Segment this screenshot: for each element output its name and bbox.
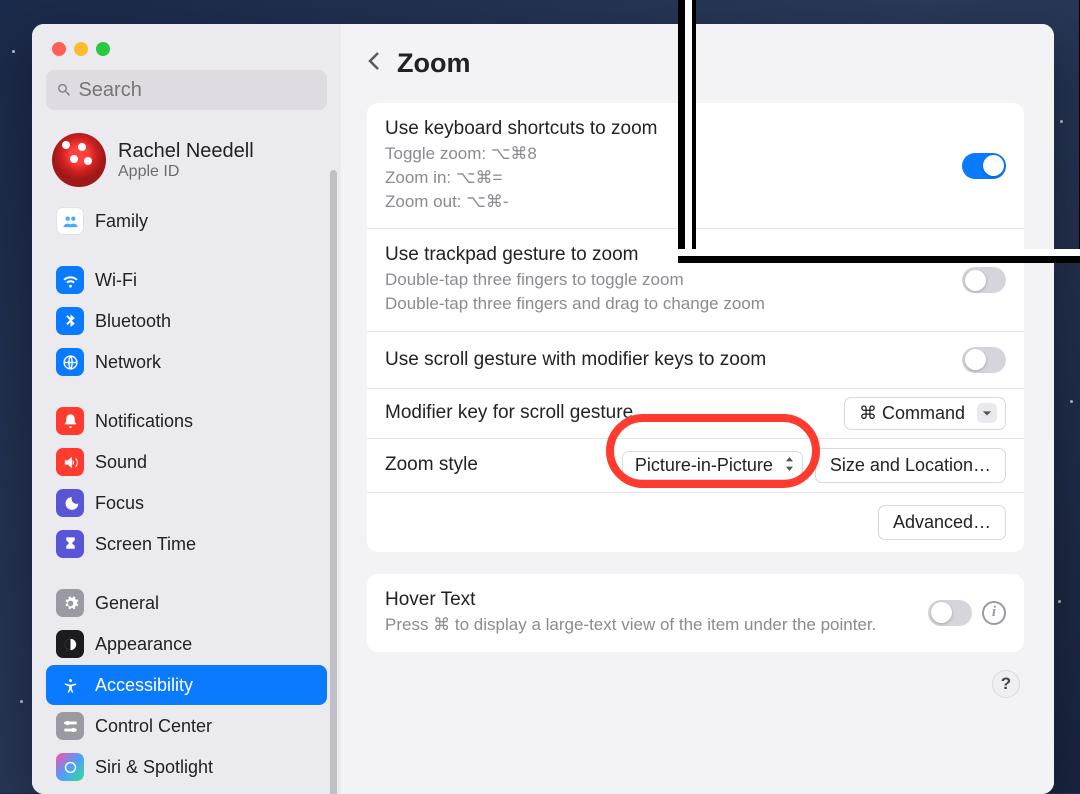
sliders-icon: [56, 712, 84, 740]
row-title: Zoom style: [385, 454, 478, 476]
chevron-down-icon: [977, 403, 997, 423]
advanced-button[interactable]: Advanced…: [878, 505, 1006, 540]
avatar: [52, 133, 106, 187]
sidebar-item-focus[interactable]: Focus: [46, 483, 327, 523]
content-pane: Zoom Use keyboard shortcuts to zoom Togg…: [341, 24, 1054, 794]
sidebar-item-siri[interactable]: Siri & Spotlight: [46, 747, 327, 787]
sidebar-item-accessibility[interactable]: Accessibility: [46, 665, 327, 705]
appearance-icon: [56, 630, 84, 658]
minimize-window-button[interactable]: [74, 42, 88, 56]
sidebar-item-controlcenter[interactable]: Control Center: [46, 706, 327, 746]
sound-icon: [56, 448, 84, 476]
annotation-vertical-line: [678, 0, 685, 263]
sidebar-item-sound[interactable]: Sound: [46, 442, 327, 482]
sidebar-item-bluetooth[interactable]: Bluetooth: [46, 301, 327, 341]
sidebar-items: Family Wi-Fi Bluetooth Network: [46, 201, 327, 787]
row-hover-text: Hover Text Press ⌘ to display a large-te…: [367, 574, 1024, 652]
row-zoom-style: Zoom style Picture-in-Picture Size and L…: [367, 439, 1024, 493]
family-icon: [56, 207, 84, 235]
row-keyboard-shortcuts: Use keyboard shortcuts to zoom Toggle zo…: [367, 103, 1024, 229]
row-subtitle: Toggle zoom: ⌥⌘8 Zoom in: ⌥⌘= Zoom out: …: [385, 142, 948, 213]
help-button[interactable]: ?: [992, 670, 1020, 698]
sidebar-item-screentime[interactable]: Screen Time: [46, 524, 327, 564]
accessibility-icon: [56, 671, 84, 699]
sidebar-item-notifications[interactable]: Notifications: [46, 401, 327, 441]
row-title: Hover Text: [385, 589, 914, 611]
hover-text-card: Hover Text Press ⌘ to display a large-te…: [367, 574, 1024, 652]
sidebar-item-label: Bluetooth: [95, 311, 171, 332]
row-scroll-gesture: Use scroll gesture with modifier keys to…: [367, 332, 1024, 389]
sidebar-scrollbar[interactable]: [330, 170, 337, 794]
sidebar-item-family[interactable]: Family: [46, 201, 327, 241]
sidebar-item-label: Sound: [95, 452, 147, 473]
hourglass-icon: [56, 530, 84, 558]
close-window-button[interactable]: [52, 42, 66, 56]
updown-icon: [785, 455, 794, 476]
search-input[interactable]: [78, 79, 317, 102]
apple-id-label: Apple ID: [118, 163, 254, 181]
scroll-gesture-toggle[interactable]: [962, 347, 1006, 373]
gear-icon: [56, 589, 84, 617]
sidebar-item-wifi[interactable]: Wi-Fi: [46, 260, 327, 300]
row-title: Use keyboard shortcuts to zoom: [385, 118, 948, 140]
sidebar-item-label: Network: [95, 352, 161, 373]
bluetooth-icon: [56, 307, 84, 335]
select-value: Picture-in-Picture: [635, 455, 773, 476]
row-modifier-key: Modifier key for scroll gesture ⌘ Comman…: [367, 389, 1024, 439]
annotation-horizontal-line: [678, 256, 1080, 263]
row-title: Modifier key for scroll gesture: [385, 402, 633, 424]
user-name: Rachel Needell: [118, 140, 254, 163]
sidebar-item-label: Appearance: [95, 634, 192, 655]
row-title: Use scroll gesture with modifier keys to…: [385, 349, 948, 371]
size-location-button[interactable]: Size and Location…: [815, 448, 1006, 483]
sidebar-item-network[interactable]: Network: [46, 342, 327, 382]
trackpad-gesture-toggle[interactable]: [962, 267, 1006, 293]
settings-window: Rachel Needell Apple ID Family Wi-Fi: [32, 24, 1054, 794]
sidebar-item-label: Wi-Fi: [95, 270, 137, 291]
sidebar-item-label: Notifications: [95, 411, 193, 432]
window-controls: [52, 42, 327, 56]
focus-icon: [56, 489, 84, 517]
network-icon: [56, 348, 84, 376]
sidebar-item-general[interactable]: General: [46, 583, 327, 623]
zoom-settings-card: Use keyboard shortcuts to zoom Toggle zo…: [367, 103, 1024, 552]
zoom-style-select[interactable]: Picture-in-Picture: [622, 451, 803, 480]
sidebar-item-label: Accessibility: [95, 675, 193, 696]
sidebar-item-label: Screen Time: [95, 534, 196, 555]
sidebar-item-label: Family: [95, 211, 148, 232]
sidebar-item-label: General: [95, 593, 159, 614]
search-input-container[interactable]: [46, 70, 327, 110]
keyboard-shortcuts-toggle[interactable]: [962, 153, 1006, 179]
page-title: Zoom: [397, 48, 471, 79]
modifier-key-select[interactable]: ⌘ Command: [844, 397, 1006, 430]
sidebar-item-label: Control Center: [95, 716, 212, 737]
search-icon: [56, 81, 72, 99]
select-value: ⌘ Command: [859, 403, 965, 424]
hover-text-toggle[interactable]: [928, 600, 972, 626]
wifi-icon: [56, 266, 84, 294]
back-button[interactable]: [367, 51, 381, 76]
header: Zoom: [367, 48, 1024, 79]
apple-id-row[interactable]: Rachel Needell Apple ID: [46, 129, 327, 191]
info-icon[interactable]: i: [982, 601, 1006, 625]
sidebar-item-appearance[interactable]: Appearance: [46, 624, 327, 664]
row-subtitle: Press ⌘ to display a large-text view of …: [385, 613, 914, 637]
row-subtitle: Double-tap three fingers to toggle zoom …: [385, 268, 948, 316]
sidebar-item-label: Focus: [95, 493, 144, 514]
bell-icon: [56, 407, 84, 435]
maximize-window-button[interactable]: [96, 42, 110, 56]
sidebar: Rachel Needell Apple ID Family Wi-Fi: [32, 24, 341, 794]
row-trackpad-gesture: Use trackpad gesture to zoom Double-tap …: [367, 229, 1024, 332]
siri-icon: [56, 753, 84, 781]
sidebar-item-label: Siri & Spotlight: [95, 757, 213, 778]
row-advanced: Advanced…: [367, 493, 1024, 552]
